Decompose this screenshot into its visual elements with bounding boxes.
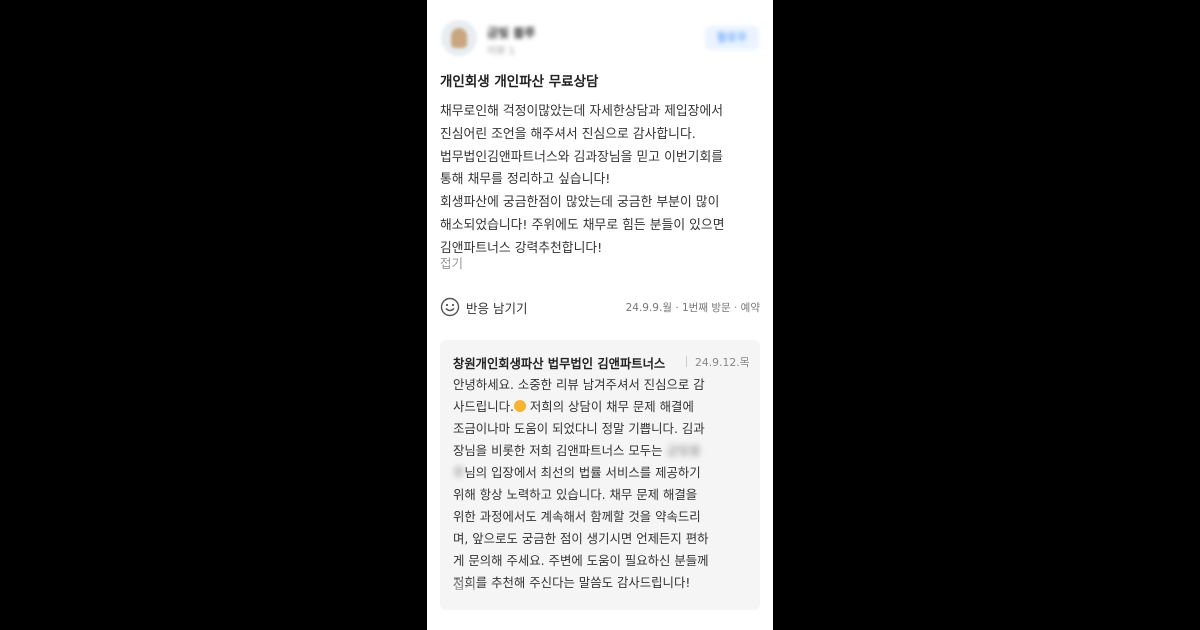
reply-text-part: 저희의 상담이 채무 문제 해결에 <box>529 399 694 414</box>
reply-line: 사드립니다. 저희의 상담이 채무 문제 해결에 <box>453 396 753 418</box>
reply-collapse-link[interactable]: 접기 <box>453 574 476 593</box>
reply-line: 위해 항상 노력하고 있습니다. 채무 문제 해결을 <box>453 487 698 502</box>
visit-meta: 24.9.9.월 · 1번째 방문 · 예약 <box>625 302 760 314</box>
review-line: 채무로인해 걱정이많았는데 자세한상담과 제입장에서 <box>440 104 723 119</box>
review-line: 통해 채무를 정리하고 싶습니다! <box>440 172 611 188</box>
review-text: 채무로인해 걱정이많았는데 자세한상담과 제입장에서 진심어린 조언을 해주셔서… <box>440 101 765 261</box>
review-line: 법무법인김앤파트너스와 김과장님을 믿고 이번기회를 <box>440 149 723 165</box>
reply-text: 안녕하세요. 소중한 리뷰 남겨주셔서 진심으로 감 사드립니다. 저희의 상담… <box>453 374 753 594</box>
reply-line: 장님을 비롯한 저희 김앤파트너스 모두는 금빛블 <box>453 440 753 462</box>
reply-line: 며, 앞으로도 궁금한 점이 생기시면 언제든지 편하 <box>453 531 709 546</box>
owner-reply: 창원개인회생파산 법무법인 김앤파트너스 24.9.12.목 안녕하세요. 소중… <box>440 340 760 610</box>
masked-name: 금빛블 <box>666 443 701 458</box>
reply-text-part: 사드립니다. <box>453 399 514 414</box>
smile-icon[interactable] <box>440 297 460 317</box>
reply-line: 게 문의해 주세요. 주변에 도움이 필요하신 분들께 <box>453 553 709 568</box>
reply-line: 위한 과정에서도 계속해서 함께할 것을 약속드리 <box>453 509 701 524</box>
review-line: 진심어린 조언을 해주셔서 진심으로 감사합니다. <box>440 126 696 142</box>
reply-author: 창원개인회생파산 법무법인 김앤파트너스 <box>453 357 666 371</box>
reply-line: 조금이나마 도움이 되었다니 정말 기쁩니다. 김과 <box>453 421 705 436</box>
masked-name: 루 <box>453 465 465 480</box>
reaction-row: 반응 남기기 24.9.9.월 · 1번째 방문 · 예약 <box>440 296 760 320</box>
reply-line: 안녕하세요. 소중한 리뷰 남겨주셔서 진심으로 감 <box>453 377 705 392</box>
divider <box>686 356 687 367</box>
review-title: 개인회생 개인파산 무료상담 <box>440 74 599 90</box>
smile-emoji-icon <box>513 400 526 412</box>
reply-date: 24.9.12.목 <box>695 356 750 369</box>
reply-text-part: 님의 입장에서 최선의 법률 서비스를 제공하기 <box>464 465 701 480</box>
reply-text-part: 장님을 비롯한 저희 김앤파트너스 모두는 <box>453 443 663 458</box>
reviewer-header: 금빛 블루 리뷰 1 팔로우 <box>441 18 759 60</box>
review-card: 금빛 블루 리뷰 1 팔로우 개인회생 개인파산 무료상담 채무로인해 걱정이많… <box>427 0 773 630</box>
review-line: 회생파산에 궁금한점이 많았는데 궁금한 부분이 많이 <box>440 195 720 211</box>
review-line: 해소되었습니다! 주위에도 채무로 힘든 분들이 있으면 <box>440 217 725 233</box>
reviewer-meta: 리뷰 1 <box>487 46 515 57</box>
review-collapse-link[interactable]: 접기 <box>440 253 463 272</box>
reply-line: 저희를 추천해 주신다는 말씀도 감사드립니다! <box>453 575 691 590</box>
review-line: 김앤파트너스 강력추천합니다! <box>440 240 603 256</box>
avatar[interactable] <box>441 20 477 56</box>
reply-line: 루님의 입장에서 최선의 법률 서비스를 제공하기 <box>453 462 753 484</box>
leave-reaction-button[interactable]: 반응 남기기 <box>466 298 527 317</box>
reviewer-name[interactable]: 금빛 블루 <box>487 24 535 41</box>
follow-button[interactable]: 팔로우 <box>705 26 759 50</box>
